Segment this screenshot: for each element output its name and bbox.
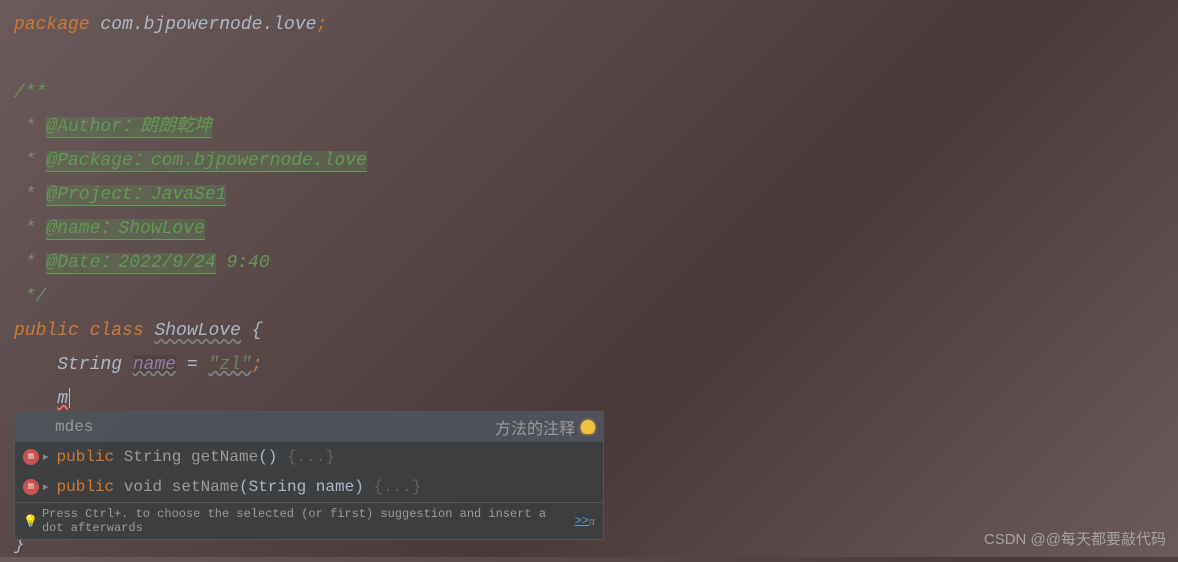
autocomplete-popup[interactable]: mdes 方法的注释 m ▸ public String getName() {… [14, 411, 604, 540]
autocomplete-hint-bar: 💡 Press Ctrl+. to choose the selected (o… [15, 502, 603, 539]
javadoc-package: * @Package：com.bjpowernode.love [14, 144, 1178, 178]
javadoc-author: * @Author：朗朗乾坤 [14, 110, 1178, 144]
field-declaration: String name = "zl"; [14, 348, 1178, 382]
autocomplete-label: mdes [23, 418, 495, 436]
javadoc-close: */ [14, 280, 1178, 314]
arrow-icon: ▸ [43, 480, 49, 494]
watermark-text: CSDN @@每天都要敲代码 [984, 528, 1166, 549]
hint-text: Press Ctrl+. to choose the selected (or … [42, 507, 571, 535]
keyword-package: package [14, 15, 90, 35]
javadoc-name: * @name：ShowLove [14, 212, 1178, 246]
text-cursor [69, 388, 70, 408]
javadoc-project: * @Project：JavaSe1 [14, 178, 1178, 212]
bulb-icon: 💡 [23, 514, 38, 529]
class-declaration: public class ShowLove { [14, 314, 1178, 348]
package-name: com.bjpowernode.love [90, 15, 317, 35]
code-line-blank [14, 42, 1178, 76]
hint-link[interactable]: >> [575, 514, 589, 528]
arrow-icon: ▸ [43, 450, 49, 464]
code-line: package com.bjpowernode.love; [14, 8, 1178, 42]
method-icon: m [23, 479, 39, 495]
pi-icon: π [589, 514, 595, 529]
javadoc-date: * @Date：2022/9/24 9:40 [14, 246, 1178, 280]
semicolon: ; [316, 15, 327, 35]
autocomplete-item-getname[interactable]: m ▸ public String getName() {...} [15, 442, 603, 472]
autocomplete-description: 方法的注释 [495, 415, 575, 439]
autocomplete-label: public String getName() {...} [57, 448, 595, 466]
autocomplete-item-setname[interactable]: m ▸ public void setName(String name) {..… [15, 472, 603, 502]
javadoc-open: /** [14, 76, 1178, 110]
autocomplete-item-mdes[interactable]: mdes 方法的注释 [15, 412, 603, 442]
lightbulb-icon [581, 420, 595, 434]
method-icon: m [23, 449, 39, 465]
autocomplete-label: public void setName(String name) {...} [57, 478, 595, 496]
typed-char: m [57, 389, 68, 409]
